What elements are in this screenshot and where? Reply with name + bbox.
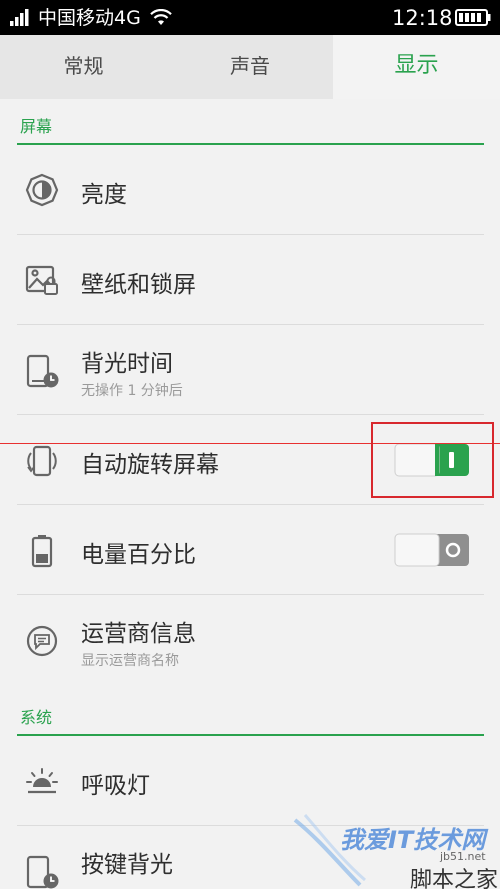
- setting-title: 背光时间: [81, 351, 173, 377]
- setting-brightness[interactable]: 亮度: [0, 145, 500, 235]
- setting-title: 电量百分比: [81, 542, 196, 568]
- annotation-highlight-box: [371, 422, 494, 498]
- setting-title: 自动旋转屏幕: [81, 452, 219, 478]
- wallpaper-lock-icon: [25, 265, 58, 295]
- brightness-icon: [25, 173, 59, 207]
- breathing-light-icon: [26, 768, 58, 794]
- watermark-site-name: 脚本之家: [410, 868, 499, 889]
- battery-percent-icon: [31, 535, 53, 568]
- tab-general[interactable]: 常规: [0, 35, 167, 99]
- key-backlight-icon: [26, 855, 59, 889]
- setting-backlight-time[interactable]: 背光时间 无操作 1 分钟后: [0, 325, 500, 415]
- setting-subtitle: 显示运营商名称: [81, 653, 179, 669]
- auto-rotate-icon: [27, 445, 57, 477]
- watermark: 我爱IT技术网 jb51.net 脚本之家: [293, 810, 500, 889]
- setting-wallpaper-lockscreen[interactable]: 壁纸和锁屏: [0, 235, 500, 325]
- carrier-name: 中国移动4G: [38, 7, 141, 29]
- setting-battery-percentage[interactable]: 电量百分比: [0, 505, 500, 595]
- settings-tabs: 常规 声音 显示: [0, 35, 500, 99]
- setting-title: 壁纸和锁屏: [81, 272, 196, 298]
- setting-carrier-info[interactable]: 运营商信息 显示运营商名称: [0, 595, 500, 685]
- section-header-system: 系统: [20, 708, 53, 727]
- setting-title: 按键背光: [81, 852, 173, 878]
- setting-subtitle: 无操作 1 分钟后: [81, 383, 183, 399]
- battery-percentage-toggle[interactable]: [394, 533, 470, 567]
- carrier-info-icon: [26, 625, 58, 657]
- clock: 12:18: [392, 6, 453, 30]
- battery-icon: [455, 9, 491, 26]
- status-bar: 中国移动4G 12:18: [0, 0, 500, 35]
- section-header-screen: 屏幕: [20, 117, 53, 136]
- setting-title: 亮度: [81, 182, 127, 208]
- signal-icon: [10, 9, 29, 26]
- setting-title: 呼吸灯: [81, 773, 150, 799]
- tab-display[interactable]: 显示: [333, 35, 500, 99]
- wifi-icon: [150, 9, 172, 25]
- setting-title: 运营商信息: [81, 621, 196, 647]
- screen-timeout-icon: [26, 354, 59, 388]
- tab-sound[interactable]: 声音: [167, 35, 333, 99]
